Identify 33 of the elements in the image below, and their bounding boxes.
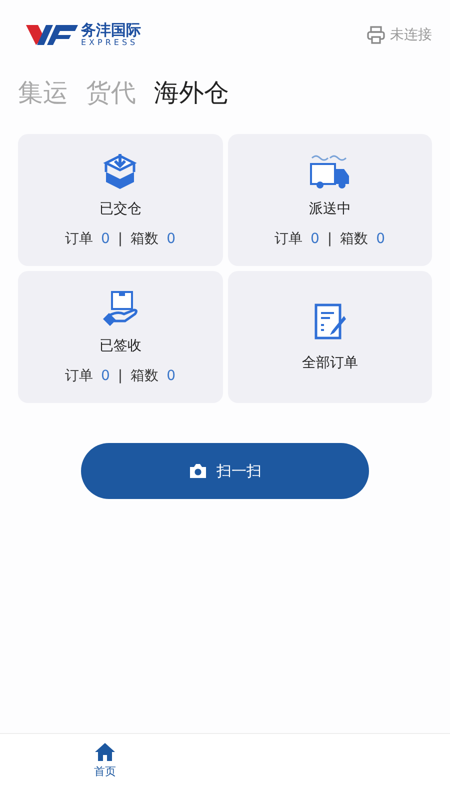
order-count: 0: [310, 231, 320, 247]
status-card[interactable]: 已交仓 订单 0 | 箱数 0: [18, 134, 222, 266]
logo-subtext: EXPRESS: [81, 39, 140, 47]
scan-button[interactable]: 扫一扫: [81, 443, 369, 499]
status-card[interactable]: 已签收 订单 0 | 箱数 0: [18, 271, 222, 403]
printer-icon: [366, 25, 386, 45]
order-label: 订单: [274, 230, 302, 248]
box-label: 箱数: [130, 230, 159, 248]
logo-icon: [26, 23, 78, 47]
tab[interactable]: 海外仓: [154, 76, 229, 109]
printer-status: 未连接: [390, 26, 432, 44]
order-label: 订单: [64, 230, 93, 248]
box-label: 箱数: [340, 230, 368, 248]
order-label: 订单: [64, 367, 93, 385]
card-title: 派送中: [308, 200, 351, 218]
status-card[interactable]: 派送中 订单 0 | 箱数 0: [228, 134, 432, 266]
box-label: 箱数: [130, 367, 159, 385]
card-title: 已签收: [99, 337, 142, 355]
card-title: 全部订单: [302, 354, 358, 372]
camera-icon: [188, 463, 206, 479]
box-count: 0: [376, 231, 386, 247]
separator: |: [327, 231, 332, 247]
order-count: 0: [100, 368, 110, 384]
home-icon: [94, 742, 116, 762]
logo-text: 务沣国际: [81, 23, 141, 38]
separator: |: [118, 368, 123, 384]
order-count: 0: [100, 231, 110, 247]
all-orders-card[interactable]: 全部订单: [228, 271, 432, 403]
separator: |: [118, 231, 123, 247]
box-count: 0: [166, 368, 176, 384]
nav-item[interactable]: 首页: [90, 734, 120, 800]
card-title: 已交仓: [99, 200, 142, 218]
box-count: 0: [166, 231, 176, 247]
